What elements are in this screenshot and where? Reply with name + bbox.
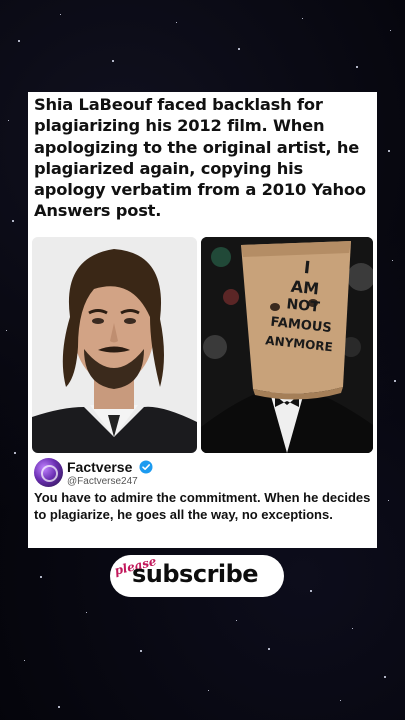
star <box>236 620 237 621</box>
star <box>86 612 87 613</box>
star <box>384 676 386 678</box>
star <box>6 330 7 331</box>
portrait-illustration <box>32 237 197 453</box>
star <box>268 648 270 650</box>
star <box>8 120 9 121</box>
verified-badge-icon <box>139 460 153 474</box>
star <box>60 14 61 15</box>
star <box>176 22 177 23</box>
author-handle[interactable]: @Factverse247 <box>67 476 138 487</box>
star <box>12 220 14 222</box>
subscribe-label: subscribe <box>132 560 259 588</box>
star <box>390 30 391 31</box>
subscribe-button[interactable]: please subscribe <box>110 554 284 597</box>
star <box>352 628 353 629</box>
star <box>208 690 209 691</box>
star <box>40 576 42 578</box>
avatar[interactable] <box>34 458 63 487</box>
star <box>356 66 358 68</box>
post-comment: You have to admire the commitment. When … <box>34 490 371 522</box>
star <box>140 650 142 652</box>
bag-head-photo: I AM NOT FAMOUS ANYMORE <box>201 237 373 453</box>
star <box>394 380 396 382</box>
star <box>388 500 389 501</box>
star <box>302 18 303 19</box>
star <box>18 40 20 42</box>
star <box>14 452 16 454</box>
post-card: Shia LaBeouf faced backlash for plagiari… <box>28 92 377 548</box>
bag-sign-text: I AM NOT FAMOUS ANYMORE <box>258 255 347 358</box>
star <box>310 590 312 592</box>
star <box>112 60 114 62</box>
star <box>238 48 240 50</box>
star <box>392 260 393 261</box>
post-headline: Shia LaBeouf faced backlash for plagiari… <box>34 95 366 221</box>
star <box>340 700 341 701</box>
star <box>388 150 390 152</box>
portrait-photo <box>32 237 197 453</box>
author-name[interactable]: Factverse <box>67 459 132 475</box>
avatar-logo-icon <box>41 465 58 482</box>
star <box>24 660 25 661</box>
star <box>58 706 60 708</box>
